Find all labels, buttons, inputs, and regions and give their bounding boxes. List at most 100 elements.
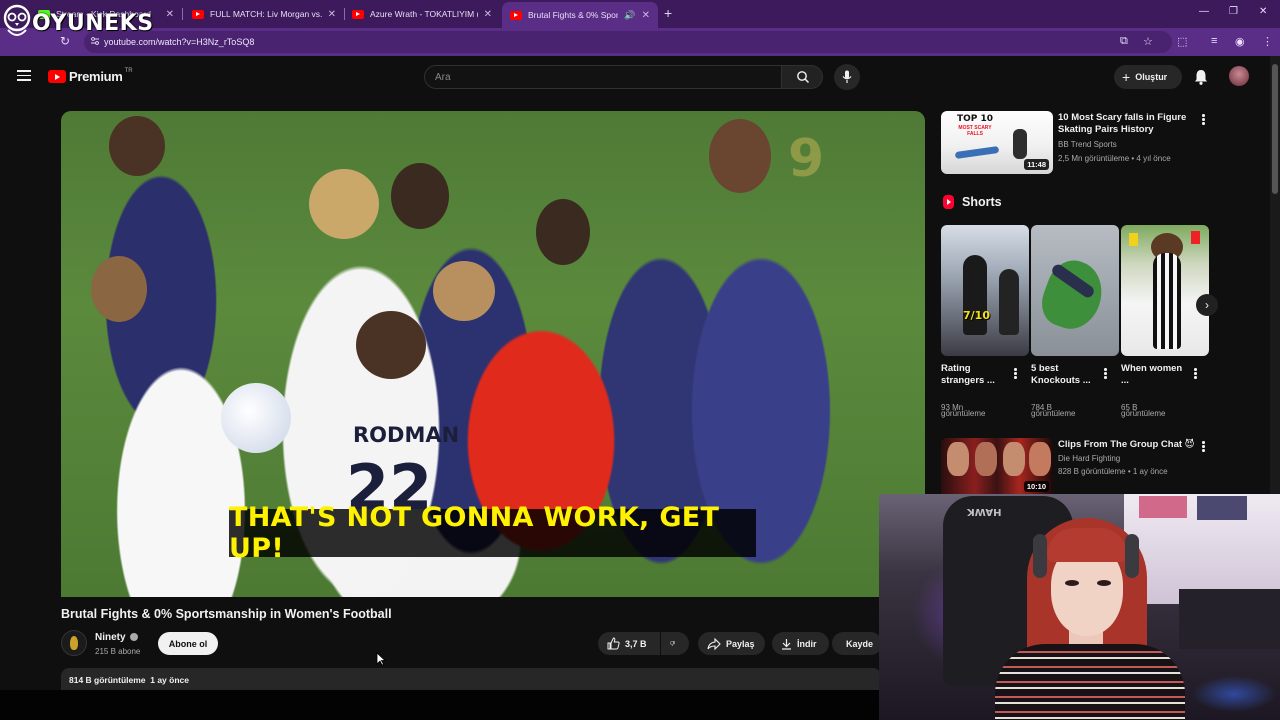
short-title[interactable]: 5 best Knockouts ... <box>1031 363 1097 387</box>
download-label: İndir <box>797 638 817 649</box>
description-box[interactable]: 814 B görüntüleme 1 ay önce <box>61 668 881 690</box>
share-arrow-icon <box>707 637 721 650</box>
speaker-icon[interactable]: 🔊 <box>624 10 635 21</box>
headset-icon <box>1033 534 1047 578</box>
recommended-video-channel[interactable]: BB Trend Sports <box>1058 138 1117 151</box>
search-input[interactable]: Ara <box>424 65 782 89</box>
voice-search-button[interactable] <box>834 64 860 90</box>
scrollbar-thumb[interactable] <box>1272 64 1278 194</box>
save-label: Kayde <box>846 638 874 649</box>
bookmark-star-icon[interactable]: ☆ <box>1143 35 1153 48</box>
download-button[interactable]: İndir <box>772 632 829 655</box>
youtube-icon <box>352 9 364 19</box>
player-head <box>91 256 147 322</box>
media-icon[interactable]: ≡ <box>1211 35 1217 47</box>
minimize-icon[interactable]: — <box>1199 6 1209 17</box>
thumbnail-subheading: MOST SCARY FALLS <box>958 125 992 137</box>
channel-avatar[interactable] <box>61 630 87 656</box>
like-button[interactable]: 3,7 B <box>598 632 660 655</box>
more-options-icon[interactable] <box>1014 368 1018 380</box>
subscribe-button[interactable]: Abone ol <box>158 632 218 655</box>
close-icon[interactable]: ✕ <box>328 9 336 20</box>
webcam-background <box>1197 496 1247 520</box>
plus-icon: + <box>1122 69 1131 85</box>
thumbnail-figure <box>999 269 1019 335</box>
browser-tab-bar: Stream - Kick Dashboard ✕ FULL MATCH: Li… <box>0 0 1280 28</box>
youtube-play-icon <box>48 70 66 83</box>
screen: Stream - Kick Dashboard ✕ FULL MATCH: Li… <box>0 0 1280 720</box>
url-input[interactable]: youtube.com/watch?v=H3Nz_rToSQ8 <box>84 31 1172 53</box>
short-views-label: görüntüleme <box>1121 409 1166 418</box>
close-icon[interactable]: ✕ <box>642 10 650 21</box>
more-options-icon[interactable] <box>1104 368 1108 380</box>
tab-full-match[interactable]: FULL MATCH: Liv Morgan vs. Rh ✕ <box>184 3 345 25</box>
tab-brutal-fights[interactable]: Brutal Fights & 0% Sportsm 🔊 ✕ <box>502 2 658 28</box>
save-button[interactable]: Kayde <box>832 632 882 655</box>
search-button[interactable] <box>781 65 823 89</box>
subscriber-count: 215 B abone <box>95 647 141 656</box>
thumbnail-figure <box>963 255 987 335</box>
tab-azure-wrath[interactable]: Azure Wrath - TOKATLIYIM (Pr ✕ <box>344 3 500 25</box>
restore-icon[interactable]: ❐ <box>1229 6 1238 17</box>
short-title[interactable]: Rating strangers ... <box>941 363 1009 387</box>
tab-title: Brutal Fights & 0% Sportsm <box>528 10 619 20</box>
recommended-video-title[interactable]: 10 Most Scary falls in Figure Skating Pa… <box>1058 112 1188 136</box>
more-options-icon[interactable] <box>1202 114 1206 126</box>
streamer-logo: OYUNEKS <box>2 4 154 42</box>
chevron-right-icon: › <box>1205 298 1209 312</box>
notifications-bell-icon[interactable] <box>1193 68 1209 86</box>
menu-icon[interactable] <box>17 70 31 81</box>
youtube-header: Premium TR Ara + Oluştur <box>0 56 1270 98</box>
short-thumbnail[interactable]: 7/10 <box>941 225 1029 356</box>
player-head <box>356 311 426 379</box>
dislike-button[interactable] <box>661 632 689 655</box>
thumbnail-figure <box>1013 129 1027 159</box>
player-head <box>433 261 495 321</box>
webcam-background <box>1139 496 1187 518</box>
player-head <box>391 163 449 229</box>
share-label: Paylaş <box>726 638 755 649</box>
chair-logo: HAWK <box>967 506 1002 517</box>
more-options-icon[interactable] <box>1194 368 1198 380</box>
short-title[interactable]: When women ... <box>1121 363 1189 387</box>
thumbnail-figure <box>954 145 1000 160</box>
close-icon[interactable]: ✕ <box>166 9 174 20</box>
short-thumbnail[interactable] <box>1121 225 1209 356</box>
menu-dots-icon[interactable]: ⋮ <box>1262 35 1273 48</box>
close-window-icon[interactable]: ✕ <box>1259 6 1267 17</box>
like-count: 3,7 B <box>625 638 647 649</box>
profile-icon[interactable]: ◉ <box>1235 35 1245 48</box>
recommended-video-channel[interactable]: Die Hard Fighting <box>1058 452 1120 465</box>
brand-text: Premium <box>69 69 123 84</box>
video-duration: 10:10 <box>1023 481 1049 492</box>
recommended-video-thumbnail[interactable]: TOP 10 MOST SCARY FALLS 11:48 <box>941 111 1053 174</box>
thumbs-up-icon <box>607 637 620 650</box>
more-options-icon[interactable] <box>1202 441 1206 453</box>
shorts-header: Shorts <box>943 195 1002 209</box>
region-code: TR <box>124 67 133 74</box>
thumbnail-figure <box>1153 253 1181 349</box>
recommended-video-thumbnail[interactable]: 10:10 <box>941 438 1053 496</box>
tab-title: FULL MATCH: Liv Morgan vs. Rh <box>210 9 322 19</box>
player-head <box>109 116 165 176</box>
webcam-background <box>1179 589 1280 649</box>
recommended-video-title[interactable]: Clips From The Group Chat 😈 <box>1058 439 1198 451</box>
new-tab-icon[interactable]: + <box>664 5 672 21</box>
channel-name[interactable]: Ninety <box>95 632 126 643</box>
streamer-shirt <box>995 644 1185 720</box>
short-thumbnail[interactable] <box>1031 225 1119 356</box>
close-icon[interactable]: ✕ <box>484 9 492 20</box>
account-avatar[interactable] <box>1229 66 1249 86</box>
streamer-eye <box>1097 580 1111 586</box>
logo-text: OYUNEKS <box>32 10 154 36</box>
thumbnail-figure <box>1129 233 1138 246</box>
extensions-icon[interactable]: ⬚ <box>1177 35 1187 48</box>
share-button[interactable]: Paylaş <box>698 632 765 655</box>
create-label: Oluştur <box>1135 72 1168 82</box>
download-icon <box>782 638 791 650</box>
jersey-name: RODMAN <box>353 423 460 447</box>
cast-icon[interactable]: ⧉ <box>1120 35 1128 48</box>
youtube-logo[interactable]: Premium TR <box>48 67 133 84</box>
shorts-next-button[interactable]: › <box>1196 294 1218 316</box>
create-button[interactable]: + Oluştur <box>1114 65 1182 89</box>
